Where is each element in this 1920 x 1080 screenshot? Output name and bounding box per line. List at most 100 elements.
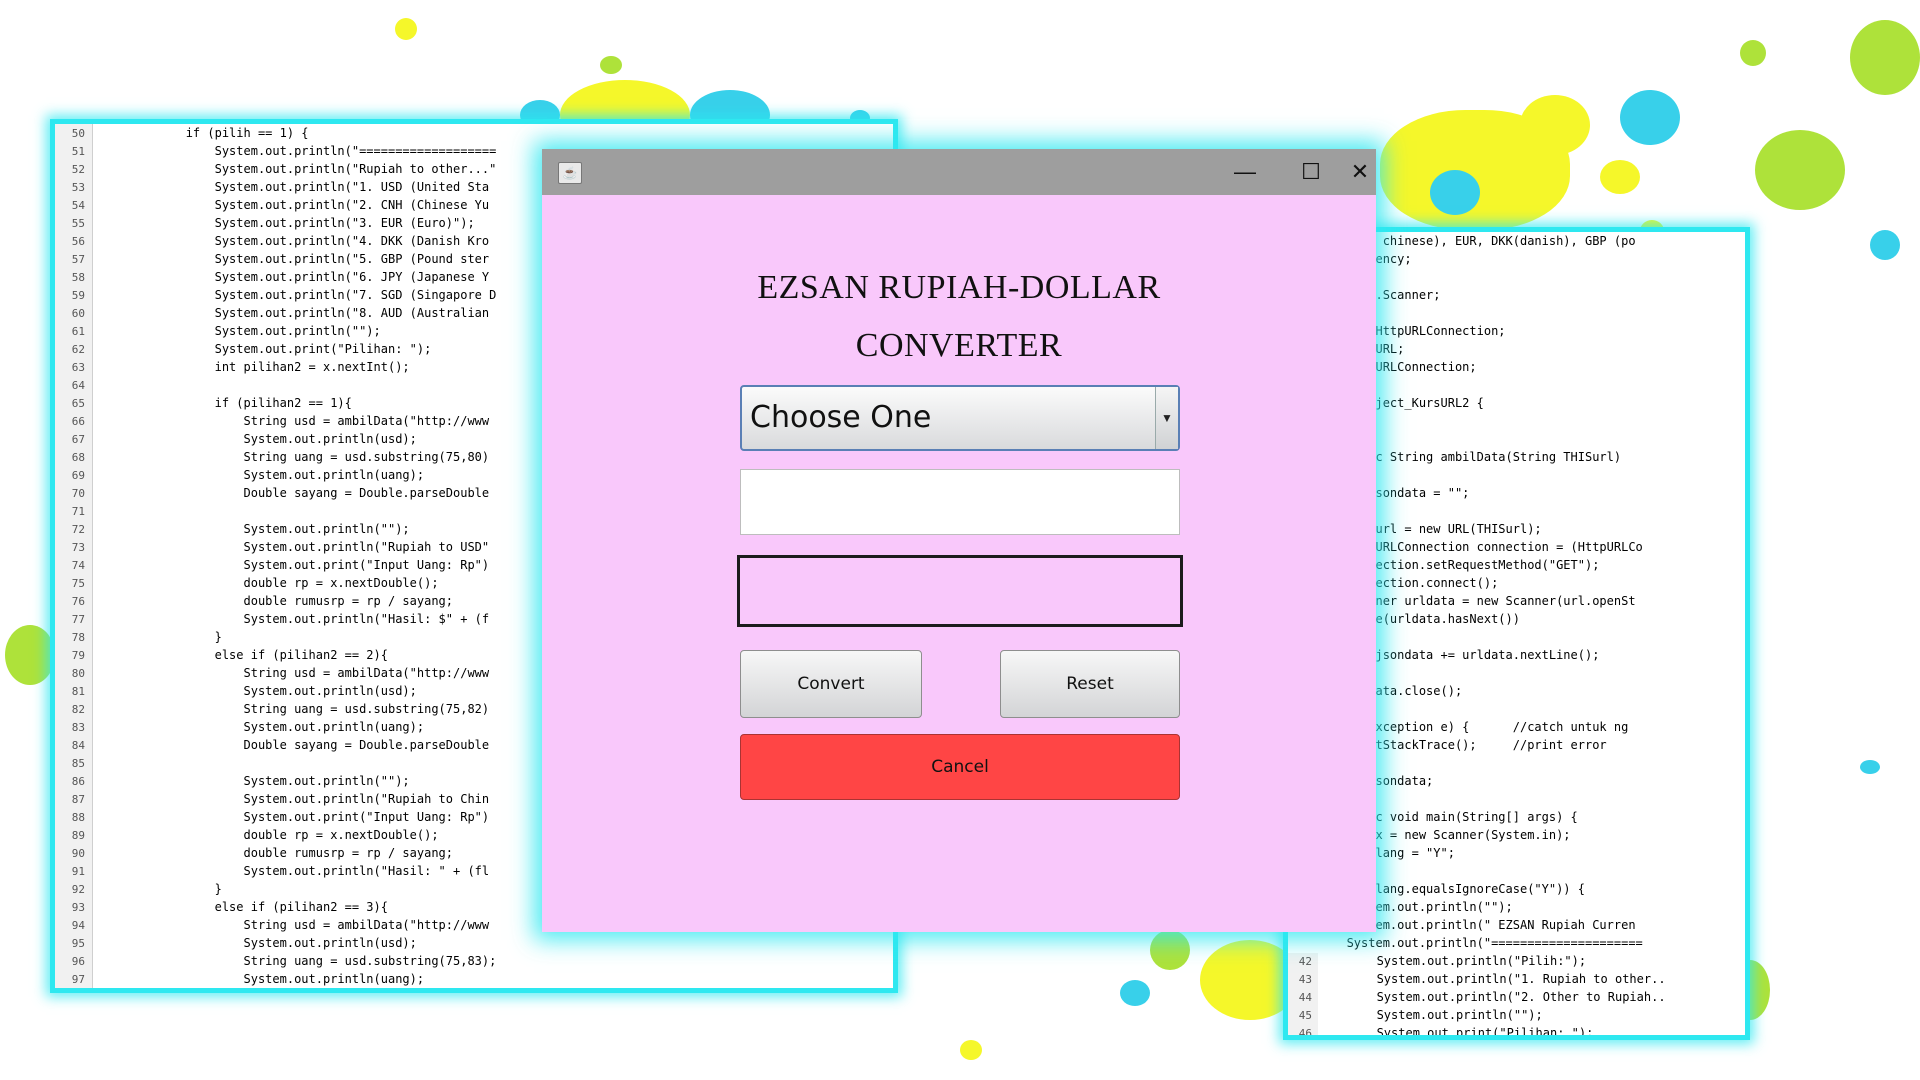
line-number: 86 <box>55 773 91 791</box>
code-text: System.out.print("Pilihan: "); <box>1326 1026 1594 1040</box>
code-text: String uang = usd.substring(75,80) <box>99 450 490 464</box>
line-number: 60 <box>55 305 91 323</box>
code-text: System.out.println(""); <box>1326 1008 1543 1022</box>
code-text: String uang = usd.substring(75,83); <box>99 954 497 968</box>
line-number: 82 <box>55 701 91 719</box>
code-line: 96 String uang = usd.substring(75,83); <box>55 952 893 971</box>
code-line: 95 System.out.println(usd); <box>55 934 893 953</box>
code-text: } <box>99 630 222 644</box>
code-text: if (pilihan2 == 1){ <box>99 396 352 410</box>
line-number: 80 <box>55 665 91 683</box>
minimize-button[interactable]: — <box>1212 149 1278 195</box>
line-number: 81 <box>55 683 91 701</box>
maximize-button[interactable]: ☐ <box>1278 149 1344 195</box>
code-text: System.out.println(uang); <box>99 720 425 734</box>
title-bar[interactable]: ☕ — ☐ ✕ <box>542 149 1376 195</box>
code-text: System.out.println("7. SGD (Singapore D <box>99 288 497 302</box>
code-text: System.out.println(usd); <box>99 684 417 698</box>
code-text: System.out.print("Pilihan: "); <box>99 342 432 356</box>
line-number: 77 <box>55 611 91 629</box>
line-number: 50 <box>55 125 91 143</box>
code-text: String usd = ambilData("http://www <box>99 414 490 428</box>
code-text: else if (pilihan2 == 2){ <box>99 648 388 662</box>
code-text: System.out.println("2. CNH (Chinese Yu <box>99 198 490 212</box>
line-number: 84 <box>55 737 91 755</box>
line-number: 90 <box>55 845 91 863</box>
code-text: System.out.println(uang); <box>99 468 425 482</box>
reset-button[interactable]: Reset <box>1000 650 1180 718</box>
close-button[interactable]: ✕ <box>1344 149 1376 195</box>
code-text: System.out.println("5. GBP (Pound ster <box>99 252 490 266</box>
currency-select[interactable]: Choose One ▼ <box>740 385 1180 451</box>
code-text: System.out.println(usd); <box>99 432 417 446</box>
line-number: 70 <box>55 485 91 503</box>
line-number: 85 <box>55 755 91 773</box>
line-number: 72 <box>55 521 91 539</box>
line-number: 89 <box>55 827 91 845</box>
line-number: 71 <box>55 503 91 521</box>
java-icon: ☕ <box>558 162 582 184</box>
amount-input[interactable] <box>740 469 1180 535</box>
code-line: 45 System.out.println(""); <box>1288 1006 1745 1025</box>
code-text: System.out.println(usd); <box>99 936 417 950</box>
code-line: 43 System.out.println("1. Rupiah to othe… <box>1288 970 1745 989</box>
result-field[interactable] <box>737 555 1183 627</box>
code-line: 97 System.out.println(uang); <box>55 970 893 988</box>
select-value: Choose One <box>750 400 932 435</box>
line-number: 78 <box>55 629 91 647</box>
code-line: System.out.println("====================… <box>1288 934 1745 952</box>
code-text: Double sayang = Double.parseDouble <box>99 738 490 752</box>
code-text: double rumusrp = rp / sayang; <box>99 594 454 608</box>
code-text: double rp = x.nextDouble(); <box>99 576 439 590</box>
line-number: 96 <box>55 953 91 971</box>
line-number: 63 <box>55 359 91 377</box>
code-text: System.out.println("Pilih:"); <box>1326 954 1587 968</box>
code-text: System.out.println(""); <box>99 522 410 536</box>
code-text: String usd = ambilData("http://www <box>99 666 490 680</box>
code-text: int pilihan2 = x.nextInt(); <box>99 360 410 374</box>
line-number: 66 <box>55 413 91 431</box>
line-number: 68 <box>55 449 91 467</box>
code-text: System.out.println("8. AUD (Australian <box>99 306 490 320</box>
code-line: 50 if (pilih == 1) { <box>55 124 893 143</box>
line-number: 46 <box>1288 1025 1318 1035</box>
line-number: 57 <box>55 251 91 269</box>
cancel-button[interactable]: Cancel <box>740 734 1180 800</box>
line-number: 73 <box>55 539 91 557</box>
line-number: 88 <box>55 809 91 827</box>
line-number: 76 <box>55 593 91 611</box>
code-text: System.out.println("6. JPY (Japanese Y <box>99 270 490 284</box>
line-number: 65 <box>55 395 91 413</box>
line-number: 91 <box>55 863 91 881</box>
code-text: System.out.println("Rupiah to other..." <box>99 162 497 176</box>
app-title: EZSAN RUPIAH-DOLLAR CONVERTER <box>542 259 1376 375</box>
code-text: System.out.println("Hasil: " + (fl <box>99 864 490 878</box>
convert-button[interactable]: Convert <box>740 650 922 718</box>
code-text: System.out.println("4. DKK (Danish Kro <box>99 234 490 248</box>
line-number: 43 <box>1288 971 1318 989</box>
chevron-down-icon[interactable]: ▼ <box>1155 387 1178 449</box>
line-number: 79 <box>55 647 91 665</box>
code-text: System.out.println(""); <box>99 774 410 788</box>
code-text: System.out.println("Hasil: $" + (f <box>99 612 490 626</box>
line-number: 64 <box>55 377 91 395</box>
code-text: if (pilih == 1) { <box>99 126 309 140</box>
line-number: 87 <box>55 791 91 809</box>
line-number: 97 <box>55 971 91 988</box>
line-number: 83 <box>55 719 91 737</box>
line-number: 93 <box>55 899 91 917</box>
app-title-line2: CONVERTER <box>855 327 1063 364</box>
converter-window: ☕ — ☐ ✕ EZSAN RUPIAH-DOLLAR CONVERTER Ch… <box>542 149 1376 932</box>
line-number: 75 <box>55 575 91 593</box>
line-number: 95 <box>55 935 91 953</box>
line-number: 59 <box>55 287 91 305</box>
code-text: double rumusrp = rp / sayang; <box>99 846 454 860</box>
line-number: 69 <box>55 467 91 485</box>
code-text: System.out.print("Input Uang: Rp") <box>99 558 490 572</box>
code-line: 46 System.out.print("Pilihan: "); <box>1288 1024 1745 1040</box>
code-line: 44 System.out.println("2. Other to Rupia… <box>1288 988 1745 1007</box>
line-number: 53 <box>55 179 91 197</box>
